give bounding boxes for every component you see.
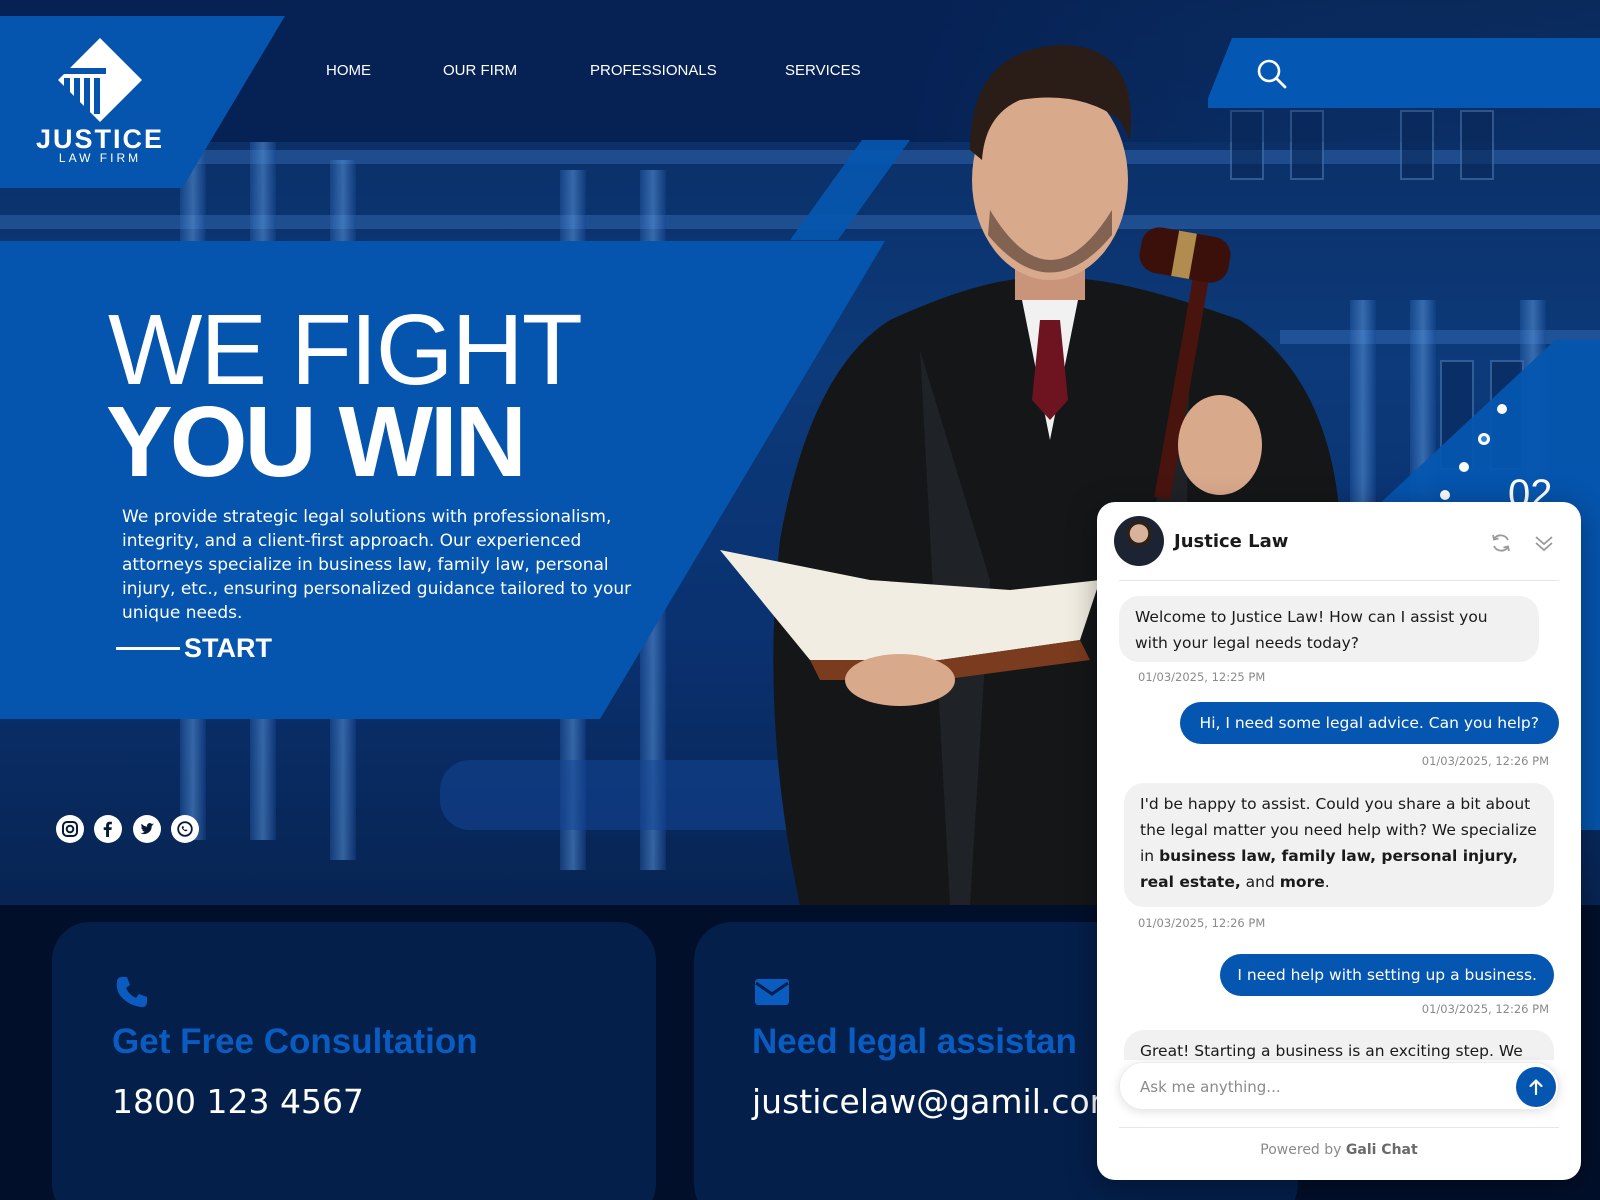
slide-dot[interactable] [1497,404,1507,414]
footer-divider [1119,1127,1559,1128]
user-message: Hi, I need some legal advice. Can you he… [1179,702,1559,744]
legal-assistance-email[interactable]: justicelaw@gamil.com [752,1082,1122,1121]
header-divider [1119,580,1559,581]
pillar-logo-icon [58,38,142,122]
message-bold-text: more [1279,873,1325,891]
start-line-decoration [116,647,180,650]
powered-by-brand[interactable]: Gali Chat [1346,1142,1418,1158]
instagram-icon[interactable] [56,815,84,843]
chat-input-container [1119,1062,1559,1110]
chat-input[interactable] [1140,1075,1500,1099]
nav-our-firm[interactable]: OUR FIRM [443,62,517,79]
slide-dot-active[interactable] [1478,433,1490,445]
hero-headline-line-2: YOU WIN [106,386,527,498]
powered-by: Powered by Gali Chat [1097,1142,1581,1158]
start-button[interactable]: START [184,633,272,664]
chat-header: Justice Law [1097,502,1581,580]
message-text: and [1240,873,1280,891]
facebook-icon[interactable] [94,815,122,843]
message-timestamp: 01/03/2025, 12:25 PM [1138,670,1266,684]
bot-message: Great! Starting a business is an excitin… [1124,1030,1554,1060]
hero-description: We provide strategic legal solutions wit… [122,507,632,623]
legal-assistance-title: Need legal assistan [752,1022,1077,1061]
powered-by-label: Powered by [1260,1142,1346,1158]
message-timestamp: 01/03/2025, 12:26 PM [1421,1002,1549,1016]
message-text: Welcome to Justice Law! How can I assist… [1135,608,1488,652]
slide-dot[interactable] [1440,490,1450,500]
message-timestamp: 01/03/2025, 12:26 PM [1138,916,1266,930]
chat-widget: Justice Law Welcome to Justice Law! How … [1097,502,1581,1180]
consultation-title: Get Free Consultation [112,1022,478,1061]
nav-professionals[interactable]: PROFESSIONALS [590,62,717,79]
phone-icon [116,977,147,1007]
chat-title: Justice Law [1174,531,1289,552]
twitter-icon[interactable] [133,815,161,843]
hero-headline-line-1: WE FIGHT [108,294,583,406]
message-text: Great! Starting a business is an excitin… [1140,1042,1523,1060]
message-timestamp: 01/03/2025, 12:26 PM [1421,754,1549,768]
arrow-up-icon [1529,1079,1543,1096]
send-button[interactable] [1516,1067,1556,1107]
message-text: . [1324,873,1330,891]
nav-home[interactable]: HOME [326,62,371,79]
bot-message: Welcome to Justice Law! How can I assist… [1119,596,1539,662]
chevron-down-icon[interactable] [1533,532,1555,554]
brand-tagline: LAW FIRM [58,151,142,165]
slide-dot[interactable] [1459,462,1469,472]
consultation-phone[interactable]: 1800 123 4567 [112,1082,364,1121]
refresh-icon[interactable] [1490,532,1512,554]
whatsapp-icon[interactable] [171,815,199,843]
chat-avatar [1114,516,1164,566]
message-list: Welcome to Justice Law! How can I assist… [1097,582,1581,1060]
user-message: I need help with setting up a business. [1220,954,1554,996]
mail-icon [755,979,789,1005]
bot-message: I'd be happy to assist. Could you share … [1124,783,1554,907]
